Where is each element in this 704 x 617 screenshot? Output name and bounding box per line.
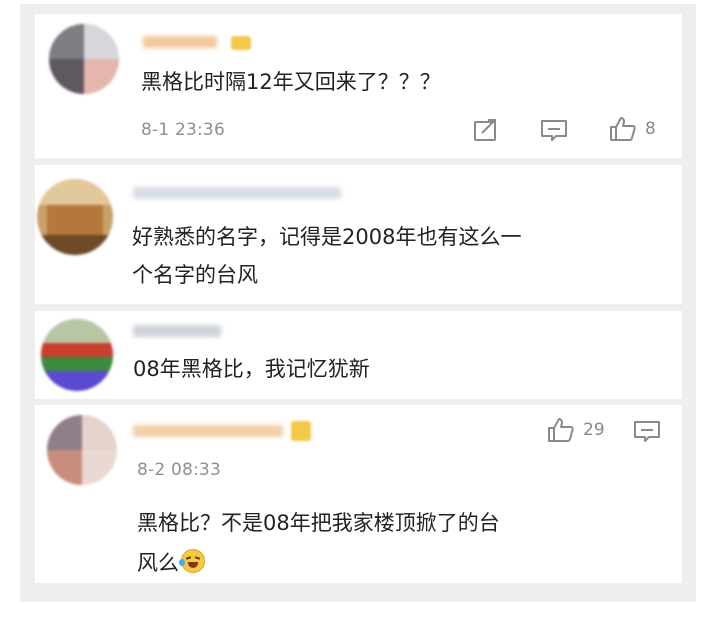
vip-badge xyxy=(231,36,251,50)
username-redacted[interactable] xyxy=(143,36,217,48)
like-count: 29 xyxy=(583,420,605,440)
comment-text-line1: 黑格比？不是08年把我家楼顶掀了的台 xyxy=(137,511,500,535)
comment-text: 08年黑格比，我记忆犹新 xyxy=(133,357,370,381)
comment-text: 黑格比时隔12年又回来了？？？ xyxy=(141,70,441,94)
like-button[interactable]: 29 xyxy=(547,417,605,443)
comment-text-line2-wrap: 风么 xyxy=(137,543,205,583)
avatar[interactable] xyxy=(41,319,113,391)
thumbs-up-icon xyxy=(610,117,636,141)
like-button[interactable]: 8 xyxy=(609,116,656,142)
comment-text-line2: 风么 xyxy=(137,551,179,575)
like-count: 8 xyxy=(645,119,656,139)
comment-card: 好熟悉的名字，记得是2008年也有这么一 个名字的台风 xyxy=(35,165,682,304)
share-icon xyxy=(474,119,496,141)
comment-text-line2: 个名字的台风 xyxy=(132,263,258,287)
reply-icon xyxy=(541,120,567,141)
username-redacted[interactable] xyxy=(133,187,341,199)
comment-time: 8-2 08:33 xyxy=(137,460,221,480)
share-button[interactable] xyxy=(473,118,499,142)
comment-card: 8-2 08:33 29 黑格比？不是08年把我家楼顶掀了的台 风么 xyxy=(35,405,682,583)
thumbs-up-icon xyxy=(548,418,574,442)
reply-button[interactable] xyxy=(540,118,568,142)
avatar[interactable] xyxy=(37,179,113,255)
comment-card: 08年黑格比，我记忆犹新 xyxy=(35,311,682,399)
username-redacted[interactable] xyxy=(133,425,283,437)
comment-text-line1: 好熟悉的名字，记得是2008年也有这么一 xyxy=(132,225,522,249)
avatar[interactable] xyxy=(49,24,119,94)
username-redacted[interactable] xyxy=(133,325,221,337)
avatar[interactable] xyxy=(47,415,117,485)
vip-badge xyxy=(291,421,311,441)
reply-icon xyxy=(634,421,660,442)
comment-time: 8-1 23:36 xyxy=(141,120,225,140)
reply-button[interactable] xyxy=(633,419,661,443)
laugh-cry-emoji-icon xyxy=(179,549,205,573)
comment-card: 黑格比时隔12年又回来了？？？ 8-1 23:36 8 xyxy=(35,14,682,158)
